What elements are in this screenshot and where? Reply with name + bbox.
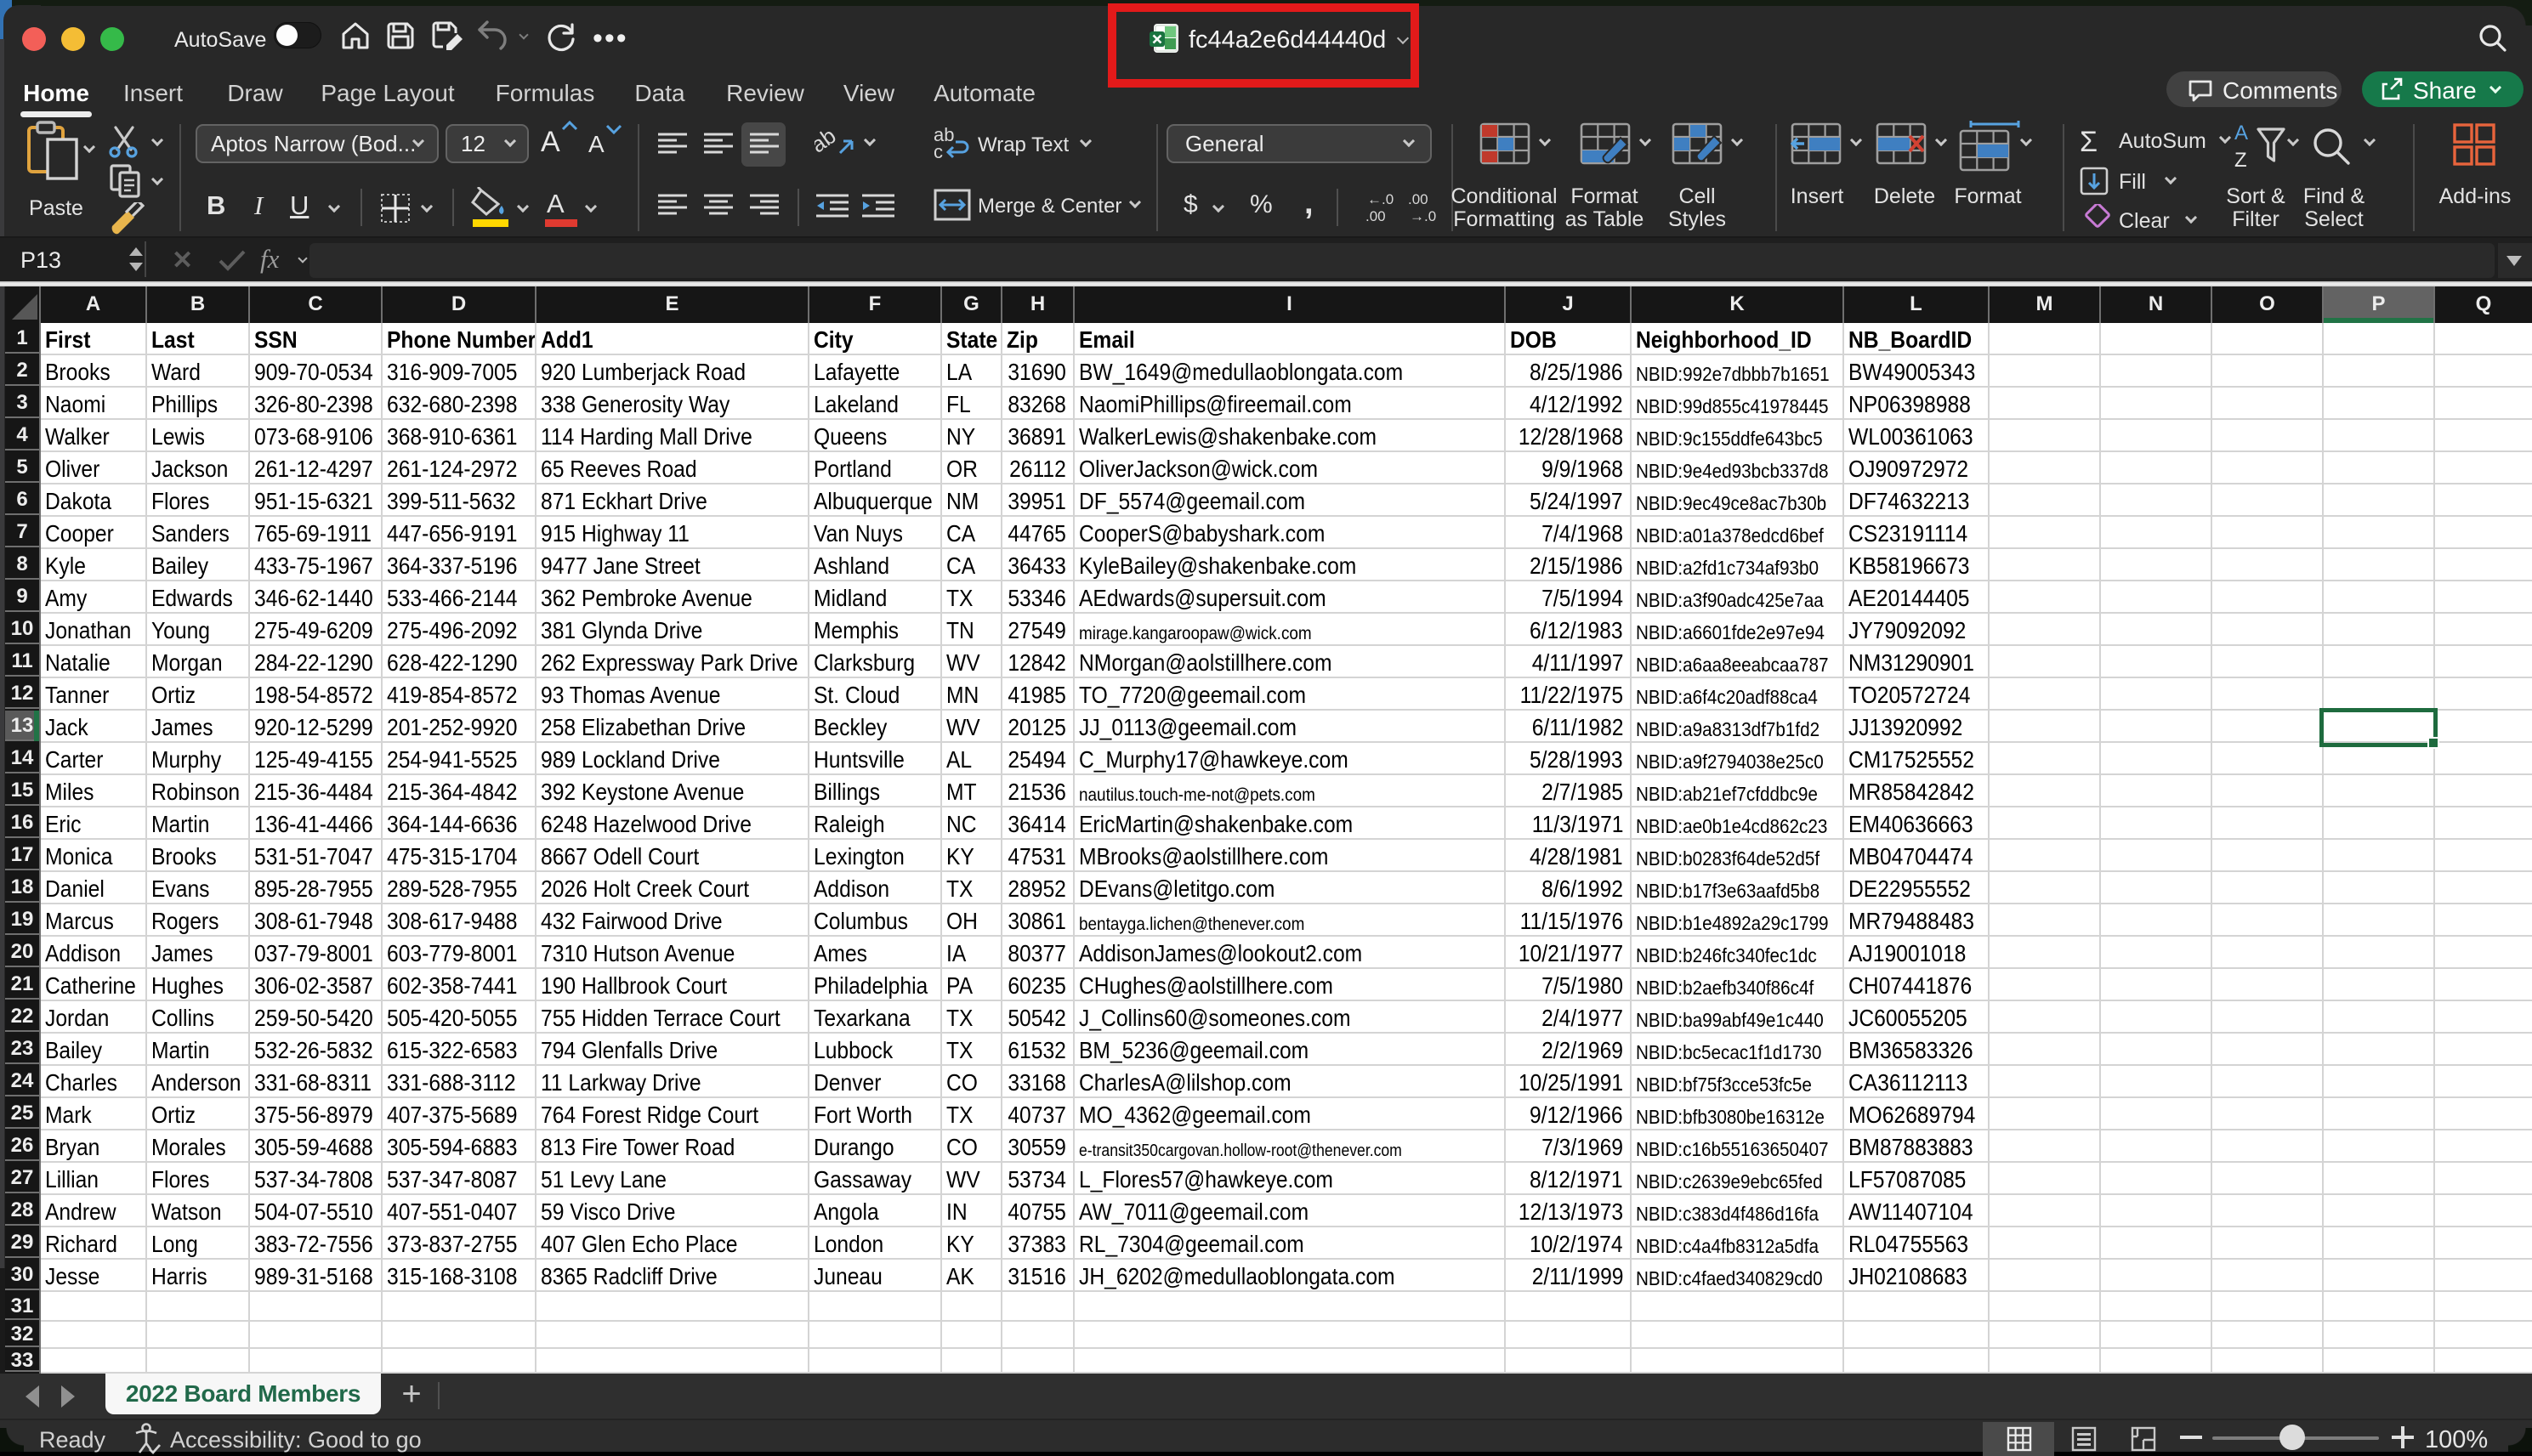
- svg-text:→.0: →.0: [1410, 208, 1436, 224]
- svg-text:.00: .00: [1365, 208, 1386, 224]
- svg-text:c: c: [934, 141, 943, 160]
- svg-text:Z: Z: [2234, 149, 2247, 170]
- svg-text:.00: .00: [1408, 191, 1428, 207]
- svg-text:←.0: ←.0: [1367, 191, 1394, 207]
- svg-text:A: A: [2234, 122, 2248, 144]
- svg-text:ab: ab: [815, 127, 841, 158]
